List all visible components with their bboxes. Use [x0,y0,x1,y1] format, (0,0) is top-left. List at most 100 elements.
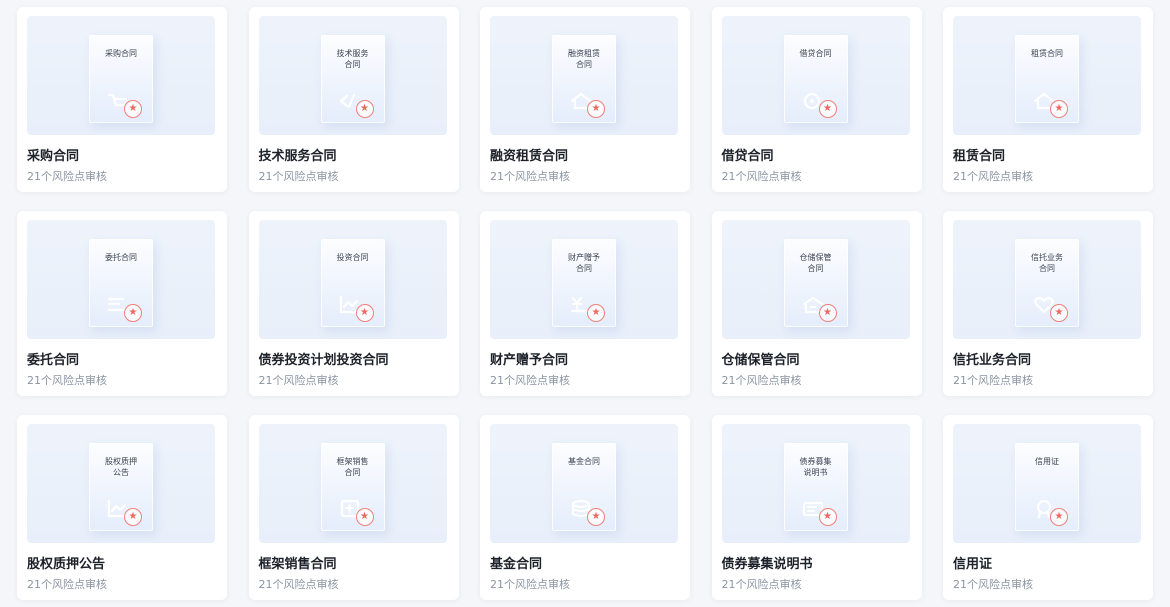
contract-title: 借贷合同 [721,149,774,164]
star-seal-icon: ★ [124,508,142,526]
document-illustration: 基金合同 ★ [552,443,620,535]
contract-title: 财产赠予合同 [490,353,569,368]
thumbnail-doc-title: 投资合同 [336,253,369,262]
risk-point-count: 21个风险点审核 [953,170,1033,183]
contract-title: 债券投资计划投资合同 [258,353,389,368]
document-illustration: 投资合同 ★ [320,239,389,331]
star-seal-icon: ★ [1050,508,1068,526]
risk-point-count: 21个风险点审核 [27,170,107,183]
document-illustration: 信托业务 合同 ★ [1015,239,1083,331]
star-seal-icon: ★ [587,304,605,322]
contract-thumbnail: 委托合同 ★ [27,220,215,339]
contract-card[interactable]: 借贷合同 ★ 借贷合同 21个风险点审核 [711,7,922,192]
star-seal-icon: ★ [1050,100,1068,118]
contract-thumbnail: 基金合同 ★ [490,424,678,543]
risk-point-count: 21个风险点审核 [721,374,802,387]
risk-point-count: 21个风险点审核 [258,578,339,591]
contract-card[interactable]: 投资合同 ★ 债券投资计划投资合同 21个风险点审核 [248,211,459,396]
contract-card[interactable]: 信用证 ★ 信用证 21个风险点审核 [943,415,1153,600]
document-illustration: 股权质押 公告 ★ [89,443,157,535]
document-illustration: 仓储保管 合同 ★ [783,239,852,331]
risk-point-count: 21个风险点审核 [953,578,1033,591]
contract-thumbnail: 财产赠予 合同 ★ [490,220,678,339]
thumbnail-doc-title: 委托合同 [105,253,137,262]
star-seal-icon: ★ [355,304,374,322]
risk-point-count: 21个风险点审核 [258,170,339,183]
contract-thumbnail: 仓储保管 合同 ★ [721,220,910,339]
document-illustration: 租赁合同 ★ [1015,35,1083,127]
thumbnail-doc-title: 融资租赁 合同 [568,49,600,69]
star-seal-icon: ★ [1050,304,1068,322]
contract-card[interactable]: 债券募集 说明书 ★ 债券募集说明书 21个风险点审核 [711,415,922,600]
document-illustration: 信用证 ★ [1015,443,1083,535]
star-seal-icon: ★ [124,304,142,322]
document-illustration: 采购合同 ★ [89,35,157,127]
document-illustration: 技术服务 合同 ★ [320,35,389,127]
thumbnail-doc-title: 借贷合同 [799,49,832,58]
document-illustration: 财产赠予 合同 ★ [552,239,620,331]
contract-title: 仓储保管合同 [721,353,800,368]
star-seal-icon: ★ [818,508,837,526]
thumbnail-doc-title: 技术服务 合同 [336,49,369,69]
contract-thumbnail: 借贷合同 ★ [721,16,910,135]
contract-title: 债券募集说明书 [721,557,813,572]
contract-card[interactable]: 技术服务 合同 ★ 技术服务合同 21个风险点审核 [248,7,459,192]
risk-point-count: 21个风险点审核 [490,374,570,387]
document-illustration: 融资租赁 合同 ★ [552,35,620,127]
document-illustration: 债券募集 说明书 ★ [783,443,852,535]
contract-thumbnail: 信托业务 合同 ★ [953,220,1141,339]
contract-card[interactable]: 财产赠予 合同 ★ 财产赠予合同 21个风险点审核 [480,211,690,396]
contract-card[interactable]: 框架销售 合同 ★ 框架销售合同 21个风险点审核 [248,415,459,600]
star-seal-icon: ★ [818,100,837,118]
contract-thumbnail: 债券募集 说明书 ★ [721,424,910,543]
thumbnail-doc-title: 框架销售 合同 [336,457,369,477]
star-seal-icon: ★ [587,508,605,526]
star-seal-icon: ★ [587,100,605,118]
star-seal-icon: ★ [355,100,374,118]
document-illustration: 框架销售 合同 ★ [320,443,389,535]
contract-thumbnail: 投资合同 ★ [258,220,447,339]
contract-title: 股权质押公告 [27,557,106,572]
contract-card[interactable]: 仓储保管 合同 ★ 仓储保管合同 21个风险点审核 [711,211,922,396]
contract-card[interactable]: 租赁合同 ★ 租赁合同 21个风险点审核 [943,7,1153,192]
thumbnail-doc-title: 信托业务 合同 [1031,253,1063,273]
contract-thumbnail: 技术服务 合同 ★ [258,16,447,135]
contract-card[interactable]: 融资租赁 合同 ★ 融资租赁合同 21个风险点审核 [480,7,690,192]
thumbnail-doc-title: 基金合同 [568,457,600,466]
contract-template-grid: 采购合同 ★ 采购合同 21个风险点审核 技术服务 合同 ★ 技术服务合同 21… [17,7,1153,600]
risk-point-count: 21个风险点审核 [490,170,570,183]
contract-title: 融资租赁合同 [490,149,569,164]
contract-title: 租赁合同 [953,149,1006,164]
contract-card[interactable]: 基金合同 ★ 基金合同 21个风险点审核 [480,415,690,600]
thumbnail-doc-title: 采购合同 [105,49,137,58]
star-seal-icon: ★ [818,304,837,322]
contract-thumbnail: 股权质押 公告 ★ [27,424,215,543]
contract-thumbnail: 框架销售 合同 ★ [258,424,447,543]
contract-title: 采购合同 [27,149,80,164]
document-illustration: 借贷合同 ★ [783,35,852,127]
contract-thumbnail: 信用证 ★ [953,424,1141,543]
risk-point-count: 21个风险点审核 [721,578,802,591]
risk-point-count: 21个风险点审核 [721,170,802,183]
contract-title: 框架销售合同 [258,557,337,572]
contract-title: 信用证 [953,557,993,572]
document-illustration: 委托合同 ★ [89,239,157,331]
contract-title: 技术服务合同 [258,149,337,164]
contract-thumbnail: 租赁合同 ★ [953,16,1141,135]
star-seal-icon: ★ [355,508,374,526]
contract-title: 信托业务合同 [953,353,1032,368]
thumbnail-doc-title: 财产赠予 合同 [568,253,600,273]
contract-title: 基金合同 [490,557,543,572]
contract-card[interactable]: 股权质押 公告 ★ 股权质押公告 21个风险点审核 [17,415,227,600]
risk-point-count: 21个风险点审核 [490,578,570,591]
thumbnail-doc-title: 债券募集 说明书 [799,457,832,477]
contract-card[interactable]: 委托合同 ★ 委托合同 21个风险点审核 [17,211,227,396]
thumbnail-doc-title: 信用证 [1035,457,1059,466]
risk-point-count: 21个风险点审核 [27,578,107,591]
thumbnail-doc-title: 租赁合同 [1031,49,1063,58]
star-seal-icon: ★ [124,100,142,118]
contract-card[interactable]: 信托业务 合同 ★ 信托业务合同 21个风险点审核 [943,211,1153,396]
contract-thumbnail: 采购合同 ★ [27,16,215,135]
contract-thumbnail: 融资租赁 合同 ★ [490,16,678,135]
contract-card[interactable]: 采购合同 ★ 采购合同 21个风险点审核 [17,7,227,192]
